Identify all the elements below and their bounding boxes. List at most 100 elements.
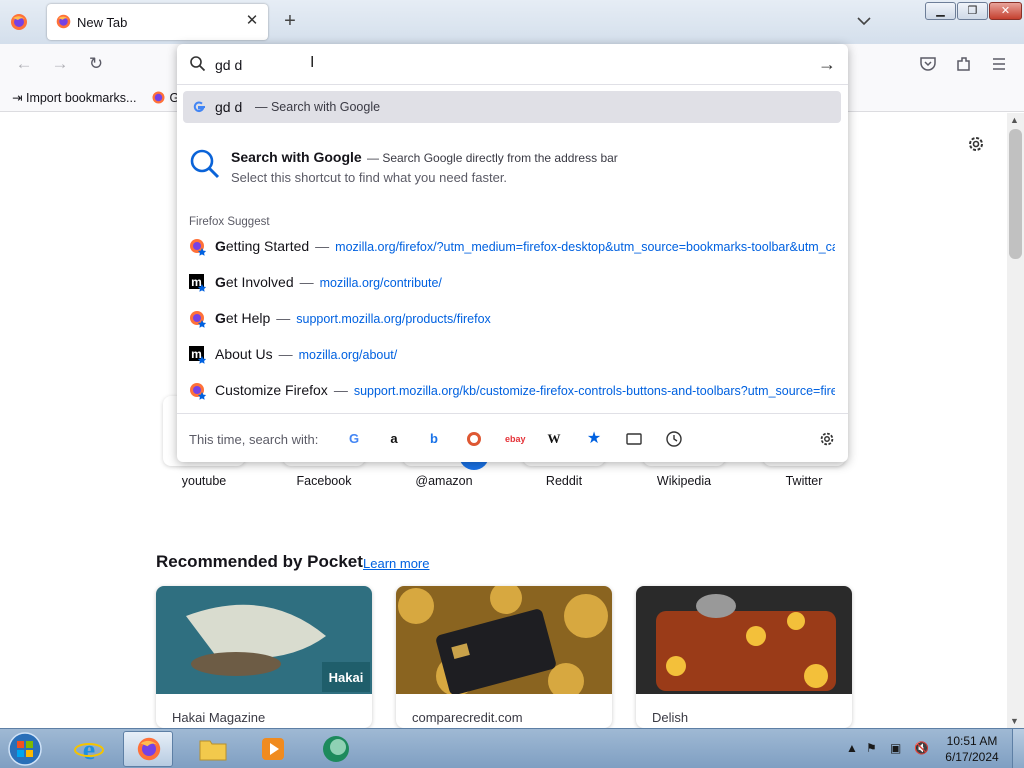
- suggestion-row[interactable]: Customize Firefox — support.mozilla.org/kb…: [189, 380, 835, 402]
- taskbar-firefox[interactable]: [123, 731, 173, 767]
- mozilla-m-icon: m: [189, 274, 207, 292]
- result-url: mozilla.org/firefox/?utm_medium=firefox-…: [335, 240, 835, 254]
- tab-new-tab[interactable]: New Tab ✕: [47, 4, 268, 40]
- top-site-label: @amazon: [415, 474, 473, 488]
- scroll-up-icon[interactable]: ▲: [1010, 115, 1019, 125]
- result-url: support.mozilla.org/products/firefox: [296, 312, 491, 326]
- card-image: [636, 586, 852, 694]
- import-bookmarks-item[interactable]: ⇥ Import bookmarks...: [12, 90, 136, 105]
- extensions-icon[interactable]: [955, 55, 973, 73]
- amazon-icon[interactable]: a: [385, 430, 403, 448]
- match-bold: G: [215, 238, 226, 254]
- svg-text:e: e: [83, 735, 95, 764]
- hamburger-menu-icon[interactable]: [991, 56, 1007, 72]
- wikipedia-icon[interactable]: W: [545, 430, 563, 448]
- firefox-icon: [190, 239, 207, 256]
- tip-description: — Search Google directly from the addres…: [367, 151, 618, 165]
- top-site-label: Facebook: [296, 474, 352, 488]
- top-site-label: youtube: [181, 474, 227, 488]
- search-icon: [190, 149, 220, 179]
- bookmarks-star-icon[interactable]: ★: [585, 430, 603, 448]
- scroll-down-icon[interactable]: ▼: [1010, 716, 1019, 726]
- firefox-icon: [56, 14, 71, 29]
- search-icon: [190, 56, 206, 72]
- import-icon: ⇥: [12, 91, 23, 105]
- tab-title: New Tab: [77, 15, 128, 30]
- close-tab-icon[interactable]: ✕: [244, 13, 260, 29]
- card-image: [396, 586, 612, 694]
- restore-button[interactable]: ❐: [957, 2, 988, 20]
- internet-explorer-icon: e: [74, 735, 104, 764]
- media-player-icon: [262, 738, 284, 760]
- result-title: et Involved: [225, 274, 294, 290]
- pocket-card[interactable]: comparecredit.com: [396, 586, 612, 728]
- new-tab-button[interactable]: +: [280, 11, 300, 31]
- firefox-icon: [137, 737, 161, 761]
- forward-arrow-icon[interactable]: →: [49, 53, 71, 75]
- top-site-label: Wikipedia: [656, 474, 712, 488]
- show-desktop-button[interactable]: [1012, 729, 1024, 768]
- minimize-button[interactable]: ▁: [925, 2, 956, 20]
- network-icon[interactable]: ▣: [890, 741, 901, 755]
- taskbar-internet-explorer[interactable]: e: [64, 731, 114, 767]
- firefox-icon: [152, 91, 165, 104]
- top-site-label: Reddit: [545, 474, 583, 488]
- card-source: Delish: [652, 710, 689, 725]
- show-hidden-icons[interactable]: ▲: [846, 741, 858, 755]
- history-clock-icon[interactable]: [665, 430, 683, 448]
- one-off-search-bar: This time, search with: G a b ebay W ★: [177, 413, 848, 462]
- card-source: comparecredit.com: [412, 710, 523, 725]
- search-settings-gear-icon[interactable]: [818, 430, 836, 448]
- scrollbar-thumb[interactable]: [1009, 129, 1022, 259]
- windows-taskbar: e ▲ ⚑ ▣ 🔇 10:51 AM 6/17/2024: [0, 728, 1024, 768]
- suggestion-search-google[interactable]: gd d — Search with Google: [183, 91, 841, 123]
- go-arrow-icon[interactable]: →: [818, 54, 836, 75]
- tabs-icon[interactable]: [625, 430, 643, 448]
- card-source: Hakai Magazine: [172, 710, 266, 725]
- action-center-flag-icon[interactable]: ⚑: [866, 741, 877, 755]
- result-title: Customize Firefox: [215, 382, 328, 398]
- text-cursor-icon: I: [310, 54, 315, 71]
- pocket-learn-more-link[interactable]: Learn more: [363, 556, 429, 571]
- ebay-icon[interactable]: ebay: [505, 430, 526, 448]
- page-scrollbar[interactable]: ▲ ▼: [1007, 113, 1024, 728]
- suggestion-row[interactable]: m About Us — mozilla.org/about/: [189, 344, 835, 366]
- start-orb-icon[interactable]: [6, 731, 44, 767]
- bookmark-getting-started[interactable]: G: [151, 90, 179, 105]
- pocket-card[interactable]: Delish: [636, 586, 852, 728]
- urlbar-dropdown: gd d I → gd d — Search with Google Searc…: [177, 44, 848, 462]
- taskbar-media-player[interactable]: [248, 731, 298, 767]
- folder-icon: [199, 740, 227, 761]
- chevron-down-icon[interactable]: [855, 12, 873, 30]
- top-site-label: Twitter: [785, 474, 823, 488]
- firefox-menu-icon[interactable]: [9, 12, 29, 32]
- close-window-button[interactable]: ✕: [989, 2, 1022, 20]
- taskbar-explorer[interactable]: [188, 731, 238, 767]
- bing-icon[interactable]: b: [425, 430, 443, 448]
- address-bar[interactable]: gd d I →: [177, 44, 848, 85]
- tip-title: Search with Google: [231, 149, 362, 165]
- result-url: mozilla.org/about/: [298, 348, 398, 362]
- suggestion-row[interactable]: Get Help — support.mozilla.org/products/fi…: [189, 308, 835, 330]
- pocket-icon[interactable]: [919, 55, 937, 73]
- import-bookmarks-label: Import bookmarks...: [25, 91, 137, 105]
- back-arrow-icon[interactable]: ←: [13, 53, 35, 75]
- duckduckgo-icon[interactable]: [465, 430, 483, 448]
- gear-icon[interactable]: [966, 134, 986, 154]
- volume-muted-icon[interactable]: 🔇: [914, 741, 929, 755]
- google-icon[interactable]: G: [345, 430, 363, 448]
- result-title: et Help: [225, 310, 271, 326]
- match-bold: G: [215, 274, 226, 290]
- pocket-card[interactable]: Hakai Hakai Magazine: [156, 586, 372, 728]
- clock-time: 10:51 AM: [946, 734, 998, 748]
- reload-icon[interactable]: ↻: [85, 53, 107, 75]
- address-bar-input[interactable]: gd d: [215, 57, 242, 73]
- taskbar-app[interactable]: [311, 731, 361, 767]
- one-off-label: This time, search with:: [189, 432, 319, 447]
- result-title: About Us: [215, 346, 273, 362]
- taskbar-clock[interactable]: 10:51 AM 6/17/2024: [940, 733, 1004, 765]
- suggestion-row[interactable]: Getting Started — mozilla.org/firefox/?utm…: [189, 236, 835, 258]
- google-icon: [193, 101, 205, 113]
- suggestion-row[interactable]: m Get Involved — mozilla.org/contribute/: [189, 272, 835, 294]
- tab-strip: New Tab ✕ + ▁ ❐ ✕: [0, 0, 1024, 44]
